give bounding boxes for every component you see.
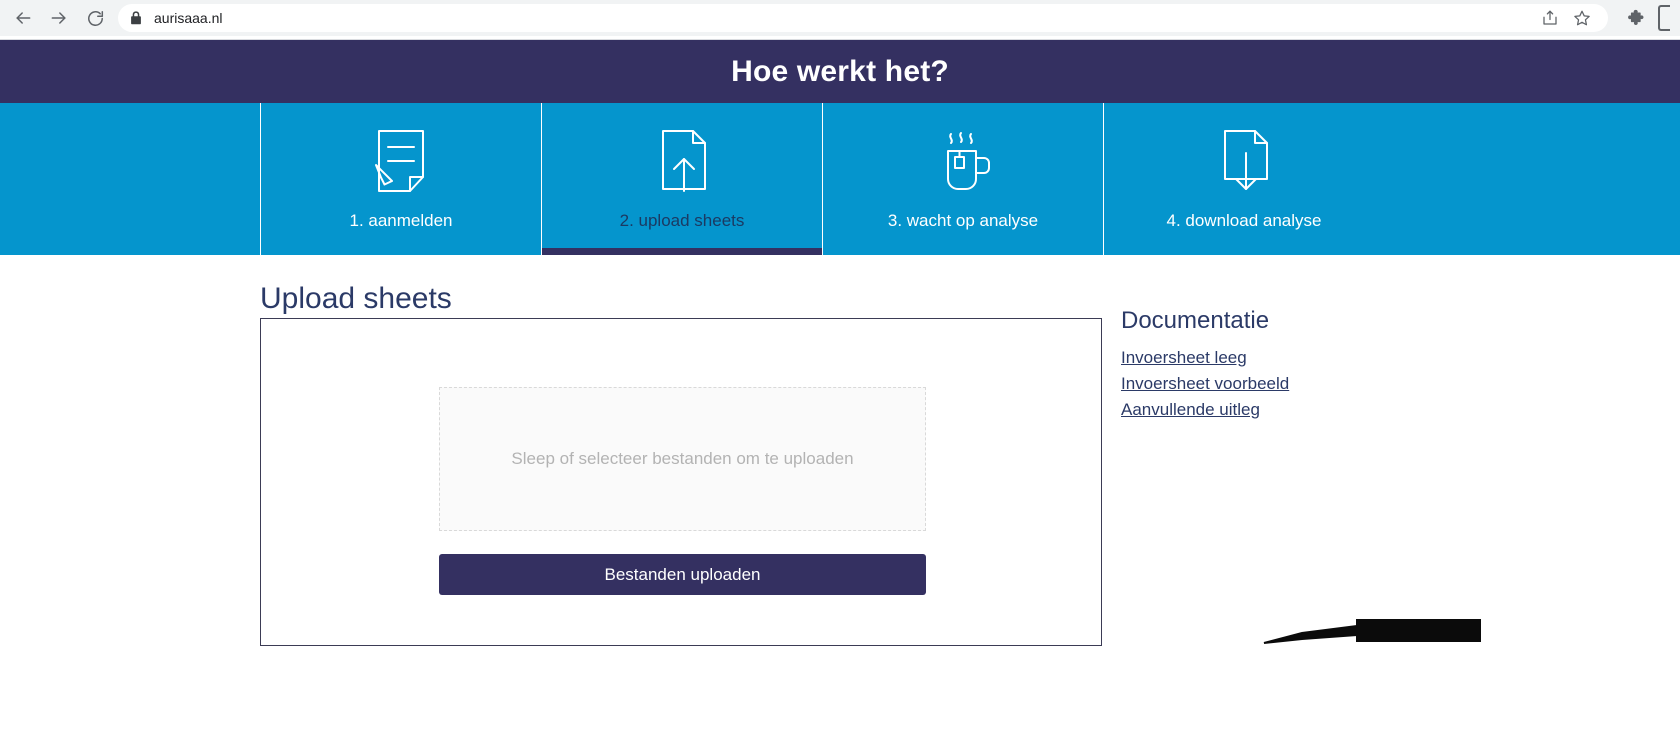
step-tab-download-analyse[interactable]: 4. download analyse bbox=[1103, 103, 1384, 255]
upload-files-button[interactable]: Bestanden uploaden bbox=[439, 554, 926, 595]
browser-nav-buttons bbox=[6, 3, 112, 33]
file-download-icon bbox=[1213, 125, 1275, 199]
list-item: Invoersheet leeg bbox=[1121, 345, 1501, 371]
documentation-title: Documentatie bbox=[1121, 307, 1270, 334]
step-label: 3. wacht op analyse bbox=[887, 211, 1039, 230]
reload-button[interactable] bbox=[78, 3, 112, 33]
steps-left-spacer bbox=[0, 103, 260, 255]
omnibox-actions bbox=[1536, 4, 1596, 32]
doc-link-invoersheet-voorbeeld[interactable]: Invoersheet voorbeeld bbox=[1121, 371, 1289, 397]
document-pencil-icon bbox=[370, 125, 432, 199]
doc-link-aanvullende-uitleg[interactable]: Aanvullende uitleg bbox=[1121, 397, 1260, 423]
url-text: aurisaaa.nl bbox=[154, 10, 223, 26]
list-item: Aanvullende uitleg bbox=[1121, 397, 1501, 423]
tea-mug-icon bbox=[932, 125, 994, 199]
step-tab-upload-sheets[interactable]: 2. upload sheets bbox=[541, 103, 822, 255]
step-label: 1. aanmelden bbox=[349, 211, 453, 230]
address-bar[interactable]: aurisaaa.nl bbox=[118, 4, 1608, 32]
dropzone-placeholder-text: Sleep of selecteer bestanden om te uploa… bbox=[511, 449, 854, 468]
site-banner: Hoe werkt het? bbox=[0, 40, 1680, 103]
bookmark-star-icon[interactable] bbox=[1568, 4, 1596, 32]
step-tabs: 1. aanmelden 2. upload sheets 3. wacht o… bbox=[0, 103, 1680, 255]
step-label: 4. download analyse bbox=[1166, 211, 1322, 230]
documentation-link-list: Invoersheet leeg Invoersheet voorbeeld A… bbox=[1121, 345, 1501, 423]
file-dropzone[interactable]: Sleep of selecteer bestanden om te uploa… bbox=[439, 387, 926, 531]
file-upload-icon bbox=[651, 125, 713, 199]
page-banner-title: Hoe werkt het? bbox=[731, 54, 949, 88]
back-button[interactable] bbox=[6, 3, 40, 33]
lock-icon bbox=[130, 11, 142, 25]
extensions-puzzle-icon[interactable] bbox=[1622, 3, 1652, 33]
profile-button-partial[interactable] bbox=[1658, 5, 1670, 31]
browser-toolbar: aurisaaa.nl bbox=[0, 0, 1680, 36]
steps-right-spacer bbox=[1384, 103, 1680, 255]
browser-right-controls bbox=[1616, 3, 1670, 33]
step-tab-wacht-op-analyse[interactable]: 3. wacht op analyse bbox=[822, 103, 1103, 255]
list-item: Invoersheet voorbeeld bbox=[1121, 371, 1501, 397]
left-pointing-arrow-annotation bbox=[1263, 619, 1481, 644]
step-tab-aanmelden[interactable]: 1. aanmelden bbox=[260, 103, 541, 255]
doc-link-invoersheet-leeg[interactable]: Invoersheet leeg bbox=[1121, 345, 1247, 371]
page-root: aurisaaa.nl Hoe werkt het? 1. aanmelden … bbox=[0, 0, 1680, 752]
page-title: Upload sheets bbox=[260, 282, 452, 315]
documentation-panel: Documentatie Invoersheet leeg Invoershee… bbox=[1121, 307, 1501, 423]
share-icon[interactable] bbox=[1536, 4, 1564, 32]
upload-card: Sleep of selecteer bestanden om te uploa… bbox=[260, 318, 1102, 646]
forward-button[interactable] bbox=[42, 3, 76, 33]
step-label: 2. upload sheets bbox=[619, 211, 745, 230]
